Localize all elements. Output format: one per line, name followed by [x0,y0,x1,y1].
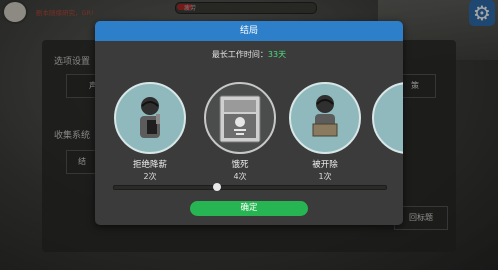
ending-card-refuse-pay-cut[interactable]: 拒绝降薪 2次 [110,82,190,182]
dialog-title: 结局 [95,21,403,41]
ending-card-fired[interactable]: 被开除 1次 [285,82,365,182]
skeleton-in-fridge-icon [204,82,276,154]
ending-name: 饿死 [231,160,249,170]
partial-portrait-icon [372,82,403,154]
ending-count: 2次 [143,172,157,181]
max-work-value: 33天 [267,50,287,59]
cards-scrollbar[interactable] [113,183,387,191]
confirm-button[interactable]: 确定 [190,201,308,216]
man-holding-box-icon [289,82,361,154]
ending-card-starved[interactable]: 饿死 4次 [200,82,280,182]
max-work-time: 最长工作时间：33天 [95,49,403,60]
ending-count: 1次 [318,172,332,181]
ending-dialog: 结局 最长工作时间：33天 拒绝降薪 2次 饿死 4次 被开除 1次 确定 [95,21,403,225]
ending-count: 4次 [233,172,247,181]
scrollbar-thumb[interactable] [213,183,222,191]
max-work-label: 最长工作时间： [211,50,268,59]
ending-name: 拒绝降薪 [132,160,167,170]
ending-name: 被开除 [312,160,338,170]
man-holding-phone-icon [114,82,186,154]
ending-card-next-partial[interactable] [372,82,403,154]
